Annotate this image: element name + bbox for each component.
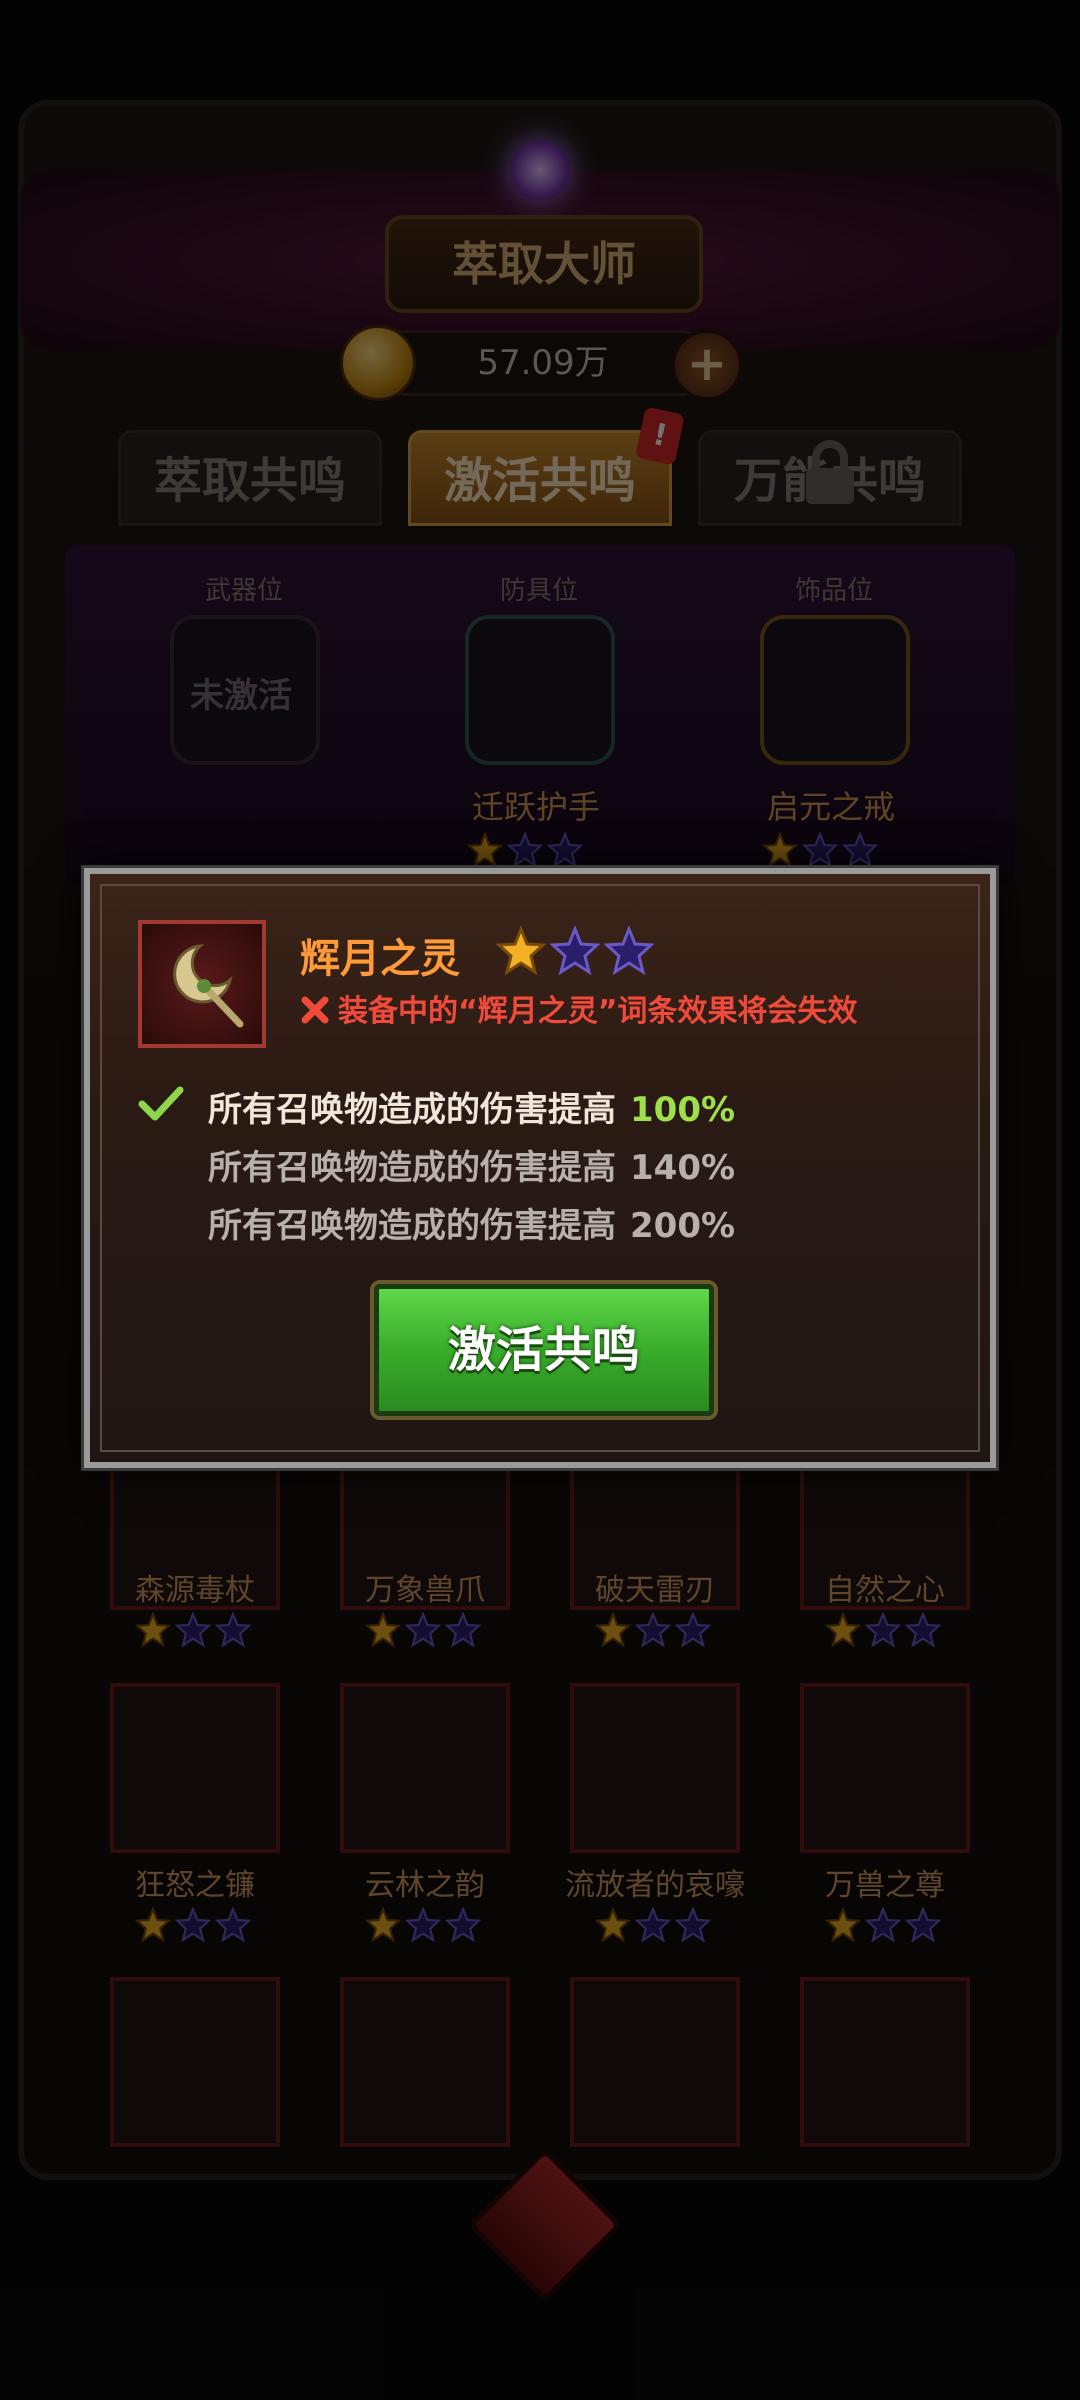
star-filled-icon <box>825 1612 861 1648</box>
accessory-slot-name: 启元之戒 <box>767 788 896 826</box>
grid-item-12[interactable] <box>800 1977 970 2147</box>
checkmark-icon <box>138 1086 184 1121</box>
grid-item-name: 狂怒之镰 <box>135 1868 255 1903</box>
lock-icon <box>806 440 854 504</box>
star-filled-icon <box>595 1612 631 1648</box>
grid-item-10[interactable] <box>340 1977 510 2147</box>
star-empty-icon <box>802 832 838 868</box>
star-empty-icon <box>405 1907 441 1943</box>
star-filled-icon <box>595 1907 631 1943</box>
cross-icon <box>301 996 329 1024</box>
star-empty-icon <box>865 1907 901 1943</box>
effect-text: 所有召唤物造成的伤害提高 <box>208 1090 616 1130</box>
effect-line-3: 所有召唤物造成的伤害提高 200% <box>208 1198 735 1247</box>
armor-slot-name: 迁跃护手 <box>472 788 601 826</box>
armor-slot[interactable] <box>465 615 615 765</box>
star-empty-icon <box>550 926 600 976</box>
item-name: 辉月之灵 <box>300 936 460 982</box>
star-empty-icon <box>675 1612 711 1648</box>
star-rating <box>595 1907 715 1947</box>
star-empty-icon <box>905 1612 941 1648</box>
star-empty-icon <box>175 1907 211 1943</box>
grid-item-5[interactable] <box>110 1683 280 1853</box>
tab-extract-resonance[interactable]: 萃取共鸣 <box>118 430 382 526</box>
grid-item-9[interactable] <box>110 1977 280 2147</box>
crystal-orb-icon <box>510 140 570 200</box>
accessory-slot[interactable] <box>760 615 910 765</box>
star-empty-icon <box>215 1907 251 1943</box>
grid-item-name: 万兽之尊 <box>825 1868 945 1903</box>
star-rating <box>135 1907 255 1947</box>
star-filled-icon <box>467 832 503 868</box>
item-star-rating <box>496 926 658 980</box>
effect-value: 140% <box>630 1148 736 1188</box>
warning-text: 装备中的“辉月之灵”词条效果将会失效 <box>300 986 857 1030</box>
grid-item-6[interactable] <box>340 1683 510 1853</box>
star-empty-icon <box>445 1907 481 1943</box>
star-rating <box>762 832 882 872</box>
effect-value: 200% <box>630 1206 736 1246</box>
grid-item-name: 森源毒杖 <box>135 1573 255 1608</box>
star-empty-icon <box>445 1612 481 1648</box>
moon-scepter-icon <box>173 944 244 1028</box>
tab-activate-resonance[interactable]: 激活共鸣 <box>408 430 672 526</box>
star-filled-icon <box>496 926 546 976</box>
effect-text: 所有召唤物造成的伤害提高 <box>208 1148 616 1188</box>
grid-item-name: 破天雷刃 <box>595 1573 715 1608</box>
activate-resonance-dialog: 辉月之灵 装备中的“辉月之灵”词条效果将会失效 所有召唤物造成的伤害提高 100%… <box>84 868 996 1468</box>
star-empty-icon <box>405 1612 441 1648</box>
star-filled-icon <box>762 832 798 868</box>
slot-header-armor: 防具位 <box>500 576 579 606</box>
activate-resonance-button[interactable]: 激活共鸣 <box>374 1284 714 1416</box>
coin-icon <box>340 325 416 401</box>
star-rating <box>467 832 587 872</box>
star-empty-icon <box>215 1612 251 1648</box>
grid-item-name: 云林之韵 <box>365 1868 485 1903</box>
star-empty-icon <box>635 1907 671 1943</box>
star-rating <box>365 1907 485 1947</box>
star-filled-icon <box>365 1612 401 1648</box>
grid-item-8[interactable] <box>800 1683 970 1853</box>
effect-line-2: 所有召唤物造成的伤害提高 140% <box>208 1140 735 1189</box>
star-filled-icon <box>825 1907 861 1943</box>
star-empty-icon <box>865 1612 901 1648</box>
grid-item-name: 流放者的哀嚎 <box>565 1868 745 1903</box>
effect-value: 100% <box>630 1090 736 1130</box>
star-empty-icon <box>507 832 543 868</box>
star-rating <box>135 1612 255 1652</box>
star-empty-icon <box>604 926 654 976</box>
grid-item-name: 自然之心 <box>825 1573 945 1608</box>
star-filled-icon <box>135 1907 171 1943</box>
page-title: 萃取大师 <box>385 215 703 313</box>
star-rating <box>365 1612 485 1652</box>
star-filled-icon <box>365 1907 401 1943</box>
weapon-slot-state: 未激活 <box>190 676 292 716</box>
currency-amount: 57.09万 <box>375 330 711 396</box>
warning-message: 装备中的“辉月之灵”词条效果将会失效 <box>338 994 858 1029</box>
slot-header-accessory: 饰品位 <box>795 576 874 606</box>
star-rating <box>825 1612 945 1652</box>
item-portrait <box>138 920 266 1048</box>
effect-text: 所有召唤物造成的伤害提高 <box>208 1206 616 1246</box>
star-empty-icon <box>675 1907 711 1943</box>
slot-header-weapon: 武器位 <box>205 576 284 606</box>
star-empty-icon <box>905 1907 941 1943</box>
add-currency-button[interactable]: + <box>672 330 742 400</box>
star-filled-icon <box>135 1612 171 1648</box>
star-empty-icon <box>635 1612 671 1648</box>
effect-line-1: 所有召唤物造成的伤害提高 100% <box>208 1082 735 1131</box>
star-empty-icon <box>842 832 878 868</box>
star-rating <box>825 1907 945 1947</box>
star-rating <box>595 1612 715 1652</box>
grid-item-11[interactable] <box>570 1977 740 2147</box>
grid-item-name: 万象兽爪 <box>365 1573 485 1608</box>
grid-item-7[interactable] <box>570 1683 740 1853</box>
star-empty-icon <box>175 1612 211 1648</box>
star-empty-icon <box>547 832 583 868</box>
